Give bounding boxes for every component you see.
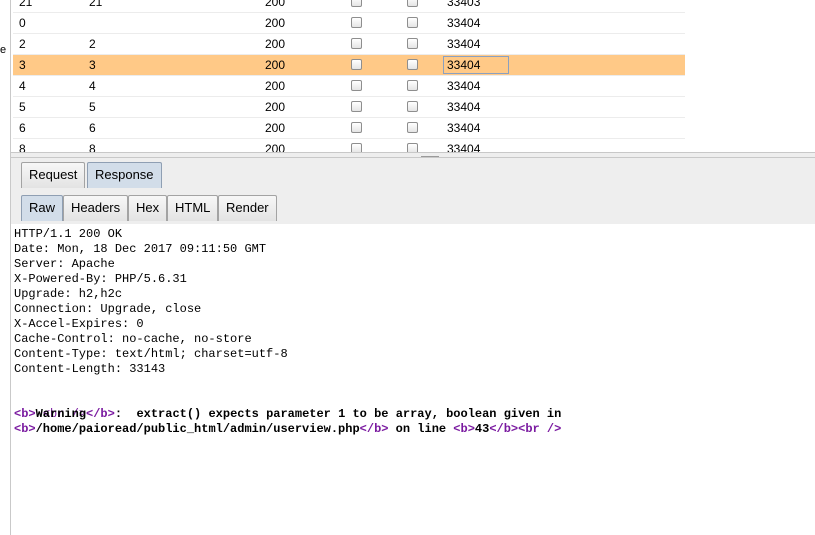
cell-status: 200 [265,58,286,72]
cell-status: 200 [265,142,286,152]
error-checkbox[interactable] [351,59,362,70]
table-row[interactable]: 8 8 200 33404 [13,139,685,152]
header-line: Content-Length: 33143 [14,362,166,376]
tab-headers[interactable]: Headers [63,195,129,221]
cell-payload: 8 [89,142,96,152]
header-line: Content-Type: text/html; charset=utf-8 [14,347,288,361]
cell-status: 200 [265,37,286,51]
error-checkbox[interactable] [351,17,362,28]
header-line: Date: Mon, 18 Dec 2017 09:11:50 GMT [14,242,267,256]
timeout-checkbox[interactable] [407,0,418,7]
timeout-checkbox[interactable] [407,80,418,91]
error-checkbox[interactable] [351,80,362,91]
cell-request-id: 0 [19,16,26,30]
b-open-tag: <b> [14,407,36,421]
table-row[interactable]: 0 200 33404 [13,13,685,34]
table-row[interactable]: 5 5 200 33404 [13,97,685,118]
cell-payload: 21 [89,0,103,9]
raw-response-view[interactable]: HTTP/1.1 200 OK Date: Mon, 18 Dec 2017 09… [11,224,815,535]
cell-length: 33404 [447,121,481,135]
error-checkbox[interactable] [351,122,362,133]
timeout-checkbox[interactable] [407,122,418,133]
warning-label: Warning [35,407,87,421]
cell-status: 200 [265,0,286,9]
table-row[interactable]: 21 21 200 33403 [13,0,685,13]
cell-status: 200 [265,79,286,93]
error-checkbox[interactable] [351,0,362,7]
cell-payload: 4 [89,79,96,93]
line-number: 43 [474,422,490,436]
on-line-text: on line [388,422,454,436]
error-checkbox[interactable] [351,101,362,112]
cell-request-id: 3 [19,58,26,72]
cell-length: 33403 [447,0,481,9]
tab-request[interactable]: Request [21,162,86,188]
cell-request-id: 4 [19,79,26,93]
table-row[interactable]: 2 2 200 33404 [13,34,685,55]
tab-response[interactable]: Response [87,162,162,188]
header-line: Cache-Control: no-cache, no-store [14,332,252,346]
cell-request-id: 6 [19,121,26,135]
tab-raw[interactable]: Raw [21,195,64,221]
cell-status: 200 [265,16,286,30]
table-row[interactable]: 4 4 200 33404 [13,76,685,97]
timeout-checkbox[interactable] [407,17,418,28]
body-line-warning: <b>Warning</b>: extract() expects parame… [14,407,561,422]
cell-length: 33404 [447,142,481,152]
cell-request-id: 5 [19,100,26,114]
timeout-checkbox[interactable] [407,59,418,70]
cell-request-id: 21 [19,0,33,9]
header-line: X-Accel-Expires: 0 [14,317,144,331]
cell-payload: 3 [89,58,96,72]
warning-message: : extract() expects parameter 1 to be ar… [114,407,562,421]
b-close-tag: </b> [359,422,389,436]
b-close-tag: </b> [86,407,115,421]
table-row[interactable]: 3 3 200 33404 [13,55,685,76]
cell-payload: 6 [89,121,96,135]
cell-request-id: 8 [19,142,26,152]
table-empty-area [685,0,815,152]
left-edge-glyph: e [0,44,7,56]
b-open-tag: <b> [14,422,36,436]
cell-status: 200 [265,121,286,135]
view-tabs: Raw Headers Hex HTML Render [11,188,815,225]
cell-request-id: 2 [19,37,26,51]
tab-hex[interactable]: Hex [128,195,168,221]
timeout-checkbox[interactable] [407,38,418,49]
header-line: Server: Apache [14,257,115,271]
br-tag: <br /> [518,422,562,436]
header-line: X-Powered-By: PHP/5.6.31 [14,272,187,286]
tab-html[interactable]: HTML [167,195,219,221]
cell-length: 33404 [447,100,481,114]
results-table[interactable]: 21 21 200 33403 0 200 33404 2 2 200 33404 3 3 200 3340… [11,0,815,152]
splitter-grip-icon[interactable] [421,153,439,157]
header-line: Upgrade: h2,h2c [14,287,123,301]
timeout-checkbox[interactable] [407,143,418,152]
header-line: Connection: Upgrade, close [14,302,202,316]
cell-status: 200 [265,100,286,114]
b-close-tag: </b> [489,422,519,436]
body-line-path: <b>/home/paioread/public_html/admin/user… [14,422,561,437]
cell-length: 33404 [447,79,481,93]
cell-focus-outline [443,56,509,74]
cell-payload: 2 [89,37,96,51]
b-open-tag: <b> [453,422,475,436]
error-checkbox[interactable] [351,38,362,49]
message-tabs: Request Response [11,158,815,189]
timeout-checkbox[interactable] [407,101,418,112]
cell-payload: 5 [89,100,96,114]
header-line: HTTP/1.1 200 OK [14,227,123,241]
tab-render[interactable]: Render [218,195,277,221]
table-row[interactable]: 6 6 200 33404 [13,118,685,139]
file-path: /home/paioread/public_html/admin/uservie… [35,422,360,436]
error-checkbox[interactable] [351,143,362,152]
cell-length: 33404 [447,16,481,30]
cell-length: 33404 [447,37,481,51]
